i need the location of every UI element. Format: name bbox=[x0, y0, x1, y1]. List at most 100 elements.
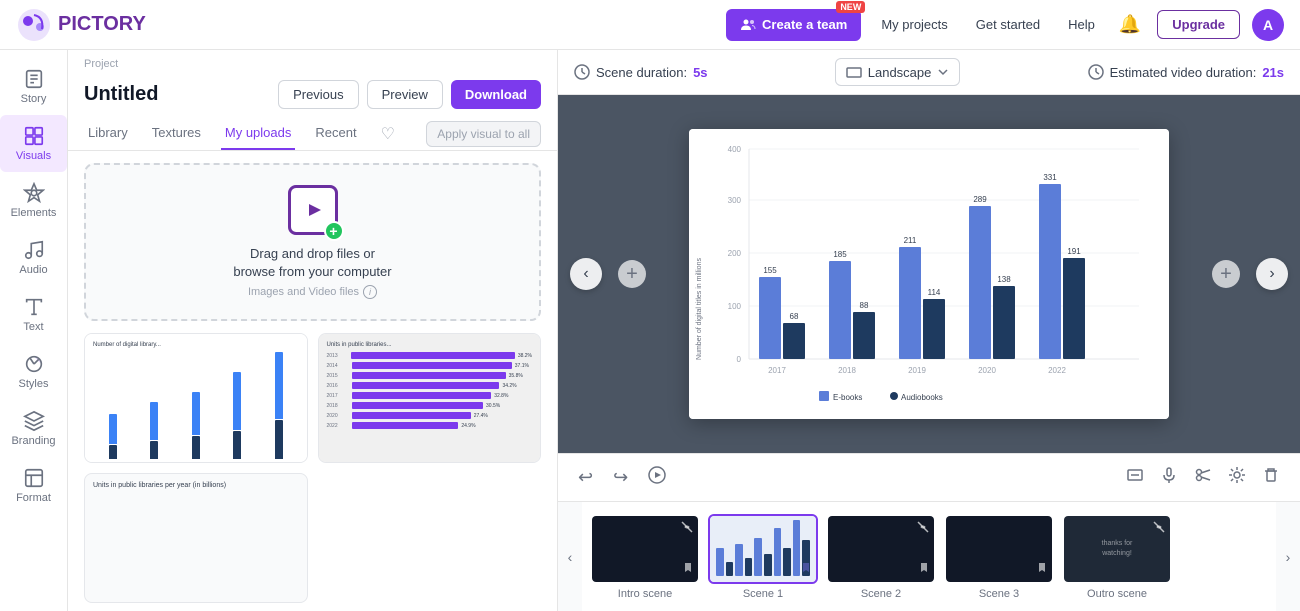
header-buttons: Previous Preview Download bbox=[278, 80, 541, 109]
svg-text:2017: 2017 bbox=[768, 366, 786, 375]
sidebar-label-format: Format bbox=[16, 492, 51, 504]
upload-subtext: Images and Video files i bbox=[248, 285, 377, 299]
scene-img-intro bbox=[590, 514, 700, 584]
team-icon bbox=[740, 17, 756, 33]
project-label: Project bbox=[84, 58, 541, 70]
caption-button[interactable] bbox=[1122, 462, 1148, 493]
create-team-button[interactable]: Create a team NEW bbox=[726, 9, 861, 41]
tab-my-uploads[interactable]: My uploads bbox=[221, 117, 295, 150]
project-title: Untitled bbox=[84, 83, 158, 106]
sidebar-item-elements[interactable]: Elements bbox=[0, 172, 67, 229]
scene-img-1 bbox=[708, 514, 818, 584]
upload-plus-icon: + bbox=[324, 221, 344, 241]
new-badge: NEW bbox=[836, 1, 865, 13]
tab-library[interactable]: Library bbox=[84, 117, 132, 150]
delete-button[interactable] bbox=[1258, 462, 1284, 493]
download-button[interactable]: Download bbox=[451, 80, 541, 109]
nav-my-projects[interactable]: My projects bbox=[873, 13, 955, 36]
gear-icon bbox=[1228, 466, 1246, 484]
text-icon bbox=[23, 296, 45, 318]
sidebar-item-visuals[interactable]: Visuals bbox=[0, 115, 67, 172]
timeline-next-button[interactable]: › bbox=[1276, 502, 1300, 611]
left-panel: Project Untitled Previous Preview Downlo… bbox=[68, 50, 558, 611]
list-item[interactable]: Number of digital library... bbox=[84, 333, 308, 463]
estimated-duration: Estimated video duration: 21s bbox=[1088, 64, 1284, 80]
svg-text:68: 68 bbox=[790, 312, 799, 321]
sidebar-label-elements: Elements bbox=[11, 207, 57, 219]
canvas-wrapper: ‹ + Number of digital titles in millions bbox=[558, 95, 1300, 453]
upload-icon-wrap: + bbox=[288, 185, 338, 235]
heart-icon[interactable]: ♡ bbox=[381, 124, 395, 144]
list-item[interactable]: Units in public libraries... 2013 38.2% … bbox=[318, 333, 542, 463]
tab-recent[interactable]: Recent bbox=[311, 117, 360, 150]
settings-button[interactable] bbox=[1224, 462, 1250, 493]
visuals-icon bbox=[23, 125, 45, 147]
timeline-prev-button[interactable]: ‹ bbox=[558, 502, 582, 611]
redo-button[interactable]: ↪ bbox=[609, 463, 632, 492]
canvas-add-left-button[interactable]: + bbox=[618, 260, 646, 288]
tab-textures[interactable]: Textures bbox=[148, 117, 205, 150]
scene-label-intro: Intro scene bbox=[618, 588, 672, 600]
scene-img-2 bbox=[826, 514, 936, 584]
estimated-value: 21s bbox=[1262, 65, 1284, 80]
timeline-scenes: Intro scene bbox=[582, 502, 1276, 611]
orientation-selector[interactable]: Landscape bbox=[835, 58, 961, 86]
scene-thumb-outro[interactable]: thanks forwatching! Outro scene bbox=[1062, 514, 1172, 600]
canvas-add-right-button[interactable]: + bbox=[1212, 260, 1240, 288]
upgrade-button[interactable]: Upgrade bbox=[1157, 10, 1240, 39]
tabs-bar: Library Textures My uploads Recent ♡ App… bbox=[68, 117, 557, 151]
canvas-prev-button[interactable]: ‹ bbox=[570, 258, 602, 290]
svg-text:2022: 2022 bbox=[1048, 366, 1066, 375]
sidebar-label-story: Story bbox=[21, 93, 47, 105]
branding-icon bbox=[23, 410, 45, 432]
scene-visibility-icon-2 bbox=[916, 520, 930, 537]
project-actions: Untitled Previous Preview Download bbox=[84, 72, 541, 117]
microphone-button[interactable] bbox=[1156, 462, 1182, 493]
sidebar: Story Visuals Elements bbox=[0, 50, 68, 611]
info-icon[interactable]: i bbox=[363, 285, 377, 299]
scene-thumb-3[interactable]: Scene 3 bbox=[944, 514, 1054, 600]
bell-icon[interactable]: 🔔 bbox=[1115, 10, 1145, 39]
canvas-toolbar: Scene duration: 5s Landscape bbox=[558, 50, 1300, 95]
play-icon bbox=[648, 466, 666, 484]
scene-thumb-2[interactable]: Scene 2 bbox=[826, 514, 936, 600]
play-button[interactable] bbox=[644, 462, 670, 493]
avatar[interactable]: A bbox=[1252, 9, 1284, 41]
canvas-next-button[interactable]: › bbox=[1256, 258, 1288, 290]
project-header: Project Untitled Previous Preview Downlo… bbox=[68, 50, 557, 117]
top-navigation: PICTORY Create a team NEW My projects Ge… bbox=[0, 0, 1300, 50]
sidebar-item-story[interactable]: Story bbox=[0, 58, 67, 115]
bookmark-icon bbox=[1036, 561, 1048, 573]
logo[interactable]: PICTORY bbox=[16, 7, 146, 43]
svg-text:300: 300 bbox=[728, 196, 742, 205]
scene-visibility-icon-intro bbox=[680, 520, 694, 537]
clock-icon bbox=[574, 64, 590, 80]
microphone-icon bbox=[1160, 466, 1178, 484]
undo-button[interactable]: ↩ bbox=[574, 463, 597, 492]
scene-thumb-1[interactable]: Scene 1 bbox=[708, 514, 818, 600]
sidebar-label-visuals: Visuals bbox=[16, 150, 51, 162]
sidebar-item-styles[interactable]: Styles bbox=[0, 343, 67, 400]
preview-button[interactable]: Preview bbox=[367, 80, 443, 109]
logo-text: PICTORY bbox=[58, 13, 146, 36]
svg-text:138: 138 bbox=[997, 275, 1011, 284]
previous-button[interactable]: Previous bbox=[278, 80, 359, 109]
upload-area[interactable]: + Drag and drop files or browse from you… bbox=[84, 163, 541, 321]
svg-text:0: 0 bbox=[737, 355, 742, 364]
svg-text:289: 289 bbox=[973, 195, 987, 204]
sidebar-label-styles: Styles bbox=[19, 378, 49, 390]
list-item[interactable]: Units in public libraries per year (in b… bbox=[84, 473, 308, 603]
scissor-button[interactable] bbox=[1190, 462, 1216, 493]
apply-visual-button[interactable]: Apply visual to all bbox=[426, 121, 541, 147]
sidebar-item-branding[interactable]: Branding bbox=[0, 400, 67, 457]
scene-duration: Scene duration: 5s bbox=[574, 64, 708, 80]
scene-img-3 bbox=[944, 514, 1054, 584]
format-icon bbox=[23, 467, 45, 489]
bookmark-icon bbox=[800, 561, 812, 573]
sidebar-item-audio[interactable]: Audio bbox=[0, 229, 67, 286]
nav-help[interactable]: Help bbox=[1060, 13, 1103, 36]
scene-thumb-intro[interactable]: Intro scene bbox=[590, 514, 700, 600]
sidebar-item-format[interactable]: Format bbox=[0, 457, 67, 514]
sidebar-item-text[interactable]: Text bbox=[0, 286, 67, 343]
nav-get-started[interactable]: Get started bbox=[968, 13, 1048, 36]
